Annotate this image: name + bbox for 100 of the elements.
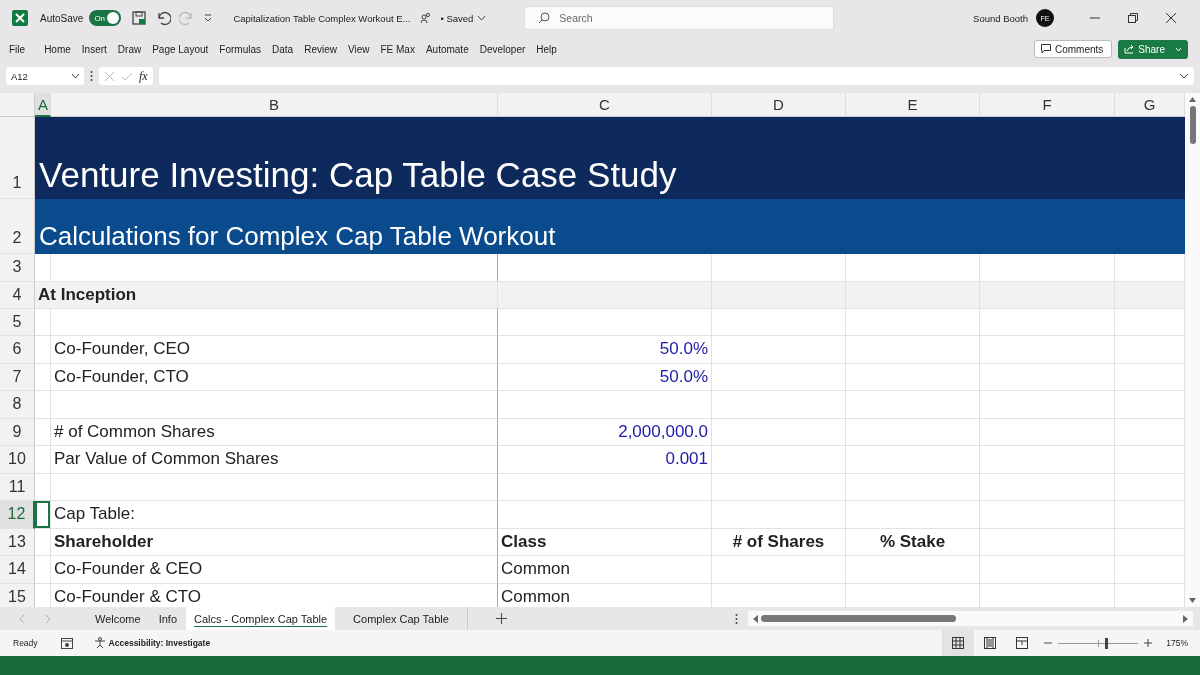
ribbon-tab[interactable]: Draw <box>117 43 142 55</box>
close-icon[interactable] <box>1165 12 1177 24</box>
grid-cell[interactable]: Co-Founder, CEO <box>51 336 498 364</box>
cancel-icon[interactable] <box>104 70 115 82</box>
row-header[interactable]: 4 <box>0 281 35 309</box>
scroll-up-icon[interactable] <box>1189 97 1196 102</box>
row-header[interactable]: 1 <box>0 117 35 199</box>
grid-cell[interactable]: Par Value of Common Shares <box>51 446 498 474</box>
zoom-level[interactable]: 175% <box>1166 638 1188 648</box>
row-header[interactable]: 5 <box>0 308 35 336</box>
grid-cell[interactable]: % Stake <box>846 528 980 556</box>
people-icon[interactable] <box>420 12 433 24</box>
grid-cell[interactable]: 2,000,000.0 <box>498 418 712 446</box>
undo-icon[interactable] <box>155 10 172 26</box>
save-icon[interactable] <box>131 10 148 26</box>
cell-text: 50.0% <box>658 339 709 360</box>
row-header[interactable]: 9 <box>0 418 35 446</box>
grid-cell[interactable]: 0.001 <box>498 446 712 474</box>
cell-text: Common <box>500 586 571 607</box>
zoom-in-icon[interactable] <box>1144 639 1153 647</box>
grid-cell[interactable]: Co-Founder & CEO <box>51 556 498 584</box>
ribbon-tab[interactable]: Home <box>44 43 71 55</box>
caret-icon <box>1175 46 1182 52</box>
scroll-thumb[interactable] <box>1189 106 1196 144</box>
search-field[interactable]: Search <box>524 6 835 30</box>
accessibility-button[interactable]: Accessibility: Investigate <box>93 637 211 649</box>
comments-button[interactable]: Comments <box>1033 40 1113 58</box>
selected-cell[interactable] <box>35 501 51 529</box>
sheet-title: Venture Investing: Cap Table Case Study <box>38 155 678 195</box>
grid-cell[interactable]: Shareholder <box>51 528 498 556</box>
save-status-button[interactable]: • Saved <box>440 12 474 24</box>
row-header[interactable]: 15 <box>0 583 35 607</box>
ribbon-tab[interactable]: Review <box>304 43 337 55</box>
customize-caret-icon[interactable] <box>203 13 214 23</box>
formula-field[interactable] <box>158 67 1194 85</box>
insert-function-button[interactable]: fx <box>139 68 148 84</box>
autosave-label: AutoSave <box>40 12 84 24</box>
cell-text: Class <box>500 531 548 552</box>
row-header[interactable]: 10 <box>0 446 35 474</box>
scroll-left-icon[interactable] <box>753 614 758 623</box>
autosave-toggle[interactable]: On <box>89 10 122 26</box>
enter-icon[interactable] <box>121 70 133 82</box>
sheet-tab[interactable]: Welcome <box>86 607 150 630</box>
grid-cell[interactable]: Common <box>498 556 712 584</box>
previous-sheet-icon[interactable] <box>19 613 25 624</box>
accessibility-icon <box>93 637 106 649</box>
ribbon-tab[interactable]: Data <box>272 43 294 55</box>
grid-cell[interactable] <box>51 473 498 501</box>
row-header[interactable]: 12 <box>0 501 35 529</box>
grid-cell[interactable]: At Inception <box>35 281 498 309</box>
grid-cell[interactable]: 50.0% <box>498 363 712 391</box>
restore-icon[interactable] <box>1127 12 1139 24</box>
expand-caret-icon[interactable] <box>1179 73 1189 79</box>
row-header[interactable]: 11 <box>0 473 35 501</box>
ribbon-tab[interactable]: Insert <box>81 43 107 55</box>
grid-cell[interactable] <box>51 254 498 282</box>
caret-icon <box>71 73 80 79</box>
macro-recording-icon[interactable] <box>60 637 73 649</box>
grid-cell[interactable] <box>51 391 498 419</box>
row-header[interactable]: 3 <box>0 254 35 282</box>
column-header[interactable]: A <box>35 93 51 117</box>
scroll-thumb[interactable] <box>761 615 956 622</box>
excel-logo-icon[interactable] <box>12 10 28 26</box>
grid-cell[interactable]: Co-Founder, CTO <box>51 363 498 391</box>
ribbon-tab[interactable]: Developer <box>479 43 526 55</box>
more-icon[interactable] <box>735 612 738 625</box>
grid-cell[interactable] <box>51 308 498 336</box>
cell-text: 0.001 <box>664 449 709 470</box>
row-header[interactable]: 13 <box>0 528 35 556</box>
grid-cell[interactable]: # of Shares <box>712 528 846 556</box>
caret-icon <box>477 15 487 21</box>
sheet-tab[interactable]: Calcs - Complex Cap Table <box>186 607 336 630</box>
ribbon-tab[interactable]: Formulas <box>219 43 262 55</box>
row-header[interactable]: 7 <box>0 363 35 391</box>
share-button[interactable]: Share <box>1118 39 1188 59</box>
row-header[interactable]: 2 <box>0 199 35 254</box>
ribbon-tab[interactable]: Help <box>536 43 557 55</box>
add-sheet-icon[interactable] <box>495 613 507 624</box>
grid-cell[interactable]: # of Common Shares <box>51 418 498 446</box>
grid-cell[interactable]: Class <box>498 528 712 556</box>
ribbon-tab[interactable]: File <box>9 43 26 55</box>
scroll-down-icon[interactable] <box>1189 598 1196 603</box>
zoom-out-icon[interactable] <box>1044 639 1053 647</box>
grid-cell[interactable]: Cap Table: <box>51 501 498 529</box>
sheet-tab[interactable]: Info <box>149 607 186 630</box>
ribbon-tab[interactable]: FE Max <box>380 43 415 55</box>
row-header[interactable]: 14 <box>0 556 35 584</box>
normal-view-button[interactable] <box>942 630 975 656</box>
scroll-right-icon[interactable] <box>1183 614 1188 623</box>
cell-text: Shareholder <box>53 531 155 552</box>
next-sheet-icon[interactable] <box>45 613 51 624</box>
ribbon-tab[interactable]: Automate <box>425 43 469 55</box>
ribbon-tab[interactable]: View <box>347 43 370 55</box>
more-icon[interactable] <box>90 70 93 82</box>
grid-cell[interactable]: 50.0% <box>498 336 712 364</box>
cell-text: Common <box>500 559 571 580</box>
row-header[interactable]: 8 <box>0 391 35 419</box>
name-box[interactable]: A12 <box>6 67 84 85</box>
row-header[interactable]: 6 <box>0 336 35 364</box>
ribbon-tab[interactable]: Page Layout <box>152 43 209 55</box>
